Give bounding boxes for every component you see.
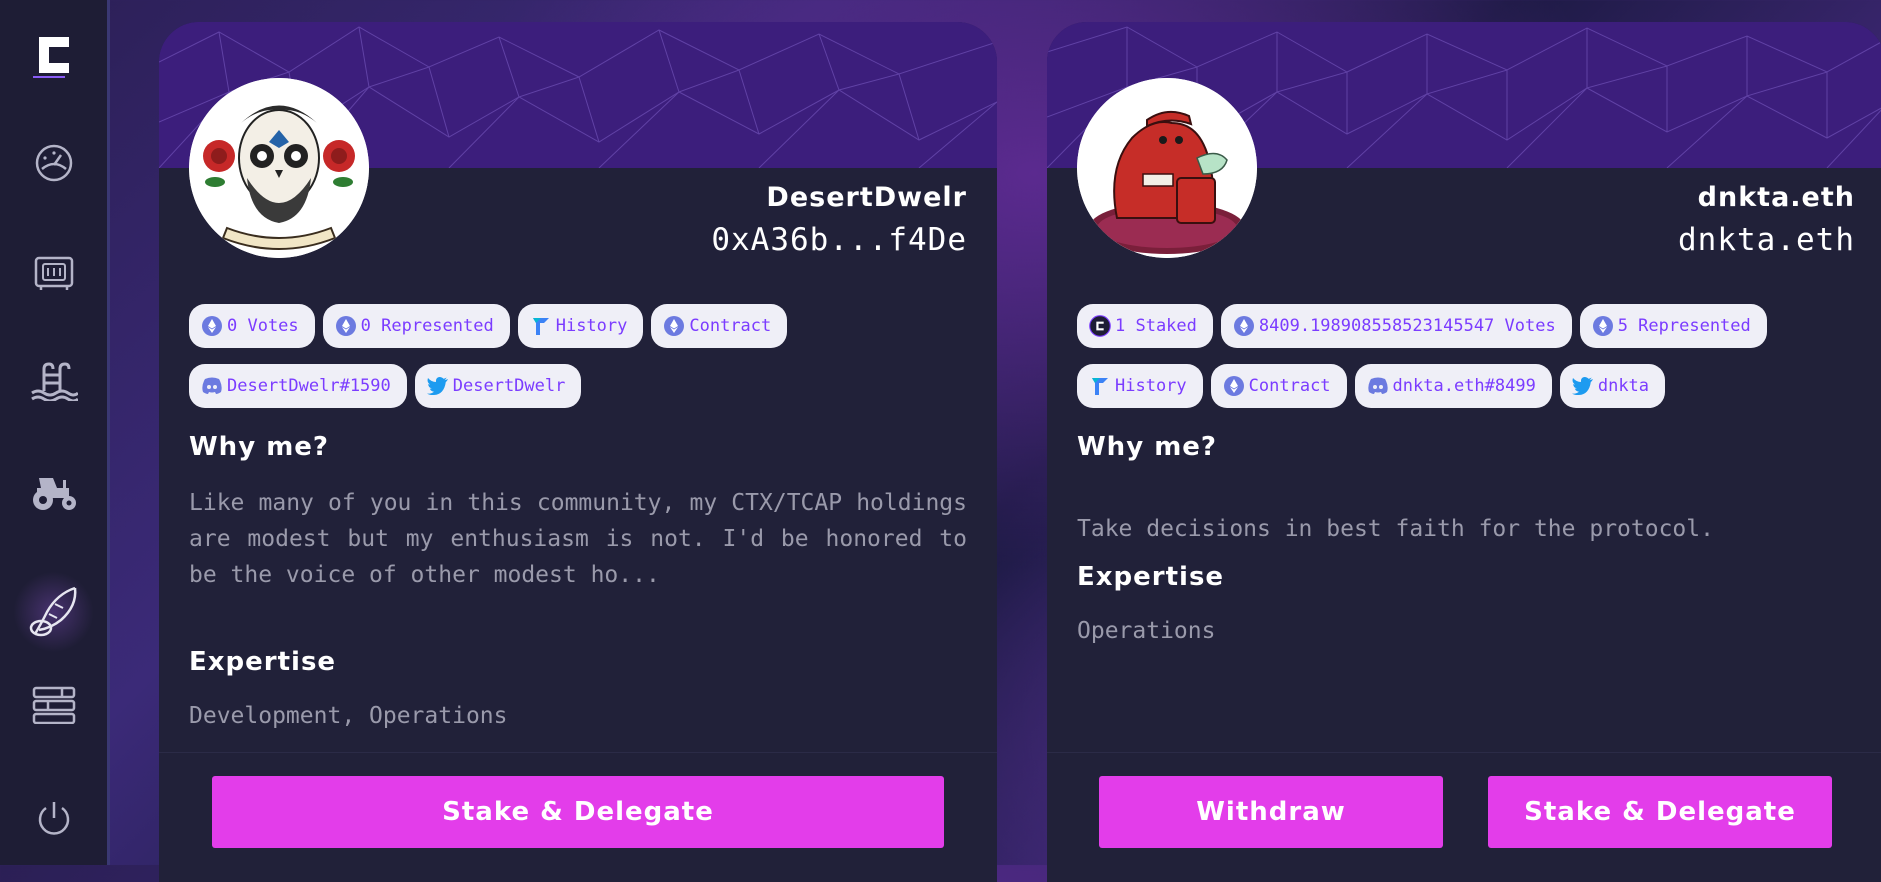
- social-chips: DesertDwelr#1590 DesertDwelr: [189, 364, 977, 408]
- represented-label: 0 Represented: [360, 316, 494, 336]
- history-label: History: [1115, 376, 1187, 396]
- stake-delegate-button[interactable]: Stake & Delegate: [1488, 776, 1832, 848]
- discord-link[interactable]: DesertDwelr#1590: [189, 364, 407, 408]
- cryptex-logo-icon: [38, 37, 69, 73]
- represented-label: 5 Represented: [1617, 316, 1751, 336]
- expertise-text: Operations: [1077, 618, 1216, 644]
- logo-underline: [33, 76, 65, 78]
- twitter-label: DesertDwelr: [452, 376, 566, 396]
- sushi-layers-icon: [32, 686, 75, 724]
- tractor-farm-icon: [32, 478, 76, 510]
- why-me-text: Like many of you in this community, my C…: [189, 490, 967, 588]
- app-logo[interactable]: [0, 20, 107, 90]
- sugar-skull-avatar-icon: [189, 78, 369, 258]
- staked-chip: 1 Staked: [1077, 304, 1213, 348]
- power-icon: [38, 802, 69, 835]
- votes-chip: 8409.198908558523145547 Votes: [1220, 304, 1572, 348]
- delegate-name: dnkta.eth: [1697, 182, 1855, 213]
- pool-icon: [30, 362, 78, 401]
- discord-icon: [201, 375, 223, 397]
- tally-icon: [530, 315, 552, 337]
- eth-icon: [201, 315, 223, 337]
- delegate-name: DesertDwelr: [766, 182, 967, 213]
- represented-chip: 0 Represented: [322, 304, 510, 348]
- history-link[interactable]: History: [1077, 364, 1203, 408]
- delegate-address[interactable]: dnkta.eth: [1678, 222, 1855, 258]
- eth-icon: [663, 315, 685, 337]
- stats-chips: 1 Staked 8409.198908558523145547 Votes 5…: [1077, 304, 1865, 348]
- contract-link[interactable]: Contract: [1210, 364, 1347, 408]
- eth-icon: [1223, 375, 1245, 397]
- sidebar-item-governance[interactable]: [0, 572, 107, 652]
- twitter-icon: [1571, 375, 1594, 397]
- twitter-link[interactable]: dnkta: [1559, 364, 1666, 408]
- withdraw-button[interactable]: Withdraw: [1099, 776, 1443, 848]
- twitter-link[interactable]: DesertDwelr: [414, 364, 582, 408]
- avatar: [1077, 78, 1257, 258]
- expertise-text: Development, Operations: [189, 703, 508, 729]
- vault-icon: [34, 256, 73, 290]
- discord-label: DesertDwelr#1590: [227, 376, 391, 396]
- why-me-text: Take decisions in best faith for the pro…: [1077, 516, 1714, 542]
- delegate-card-dnkta: dnkta.eth dnkta.eth 1 Staked 8409.198908…: [1047, 22, 1881, 882]
- stats-chips: 0 Votes 0 Represented History Contract: [189, 304, 977, 348]
- tally-icon: [1089, 375, 1111, 397]
- represented-chip: 5 Represented: [1579, 304, 1767, 348]
- votes-label: 0 Votes: [227, 316, 299, 336]
- expertise-heading: Expertise: [1077, 562, 1225, 592]
- why-me-heading: Why me?: [189, 432, 329, 462]
- history-label: History: [555, 316, 628, 336]
- eth-icon: [335, 315, 357, 337]
- governance-feather-icon: [29, 586, 76, 637]
- sidebar-item-pools[interactable]: [0, 346, 107, 416]
- sidebar-item-sushi[interactable]: [0, 670, 107, 740]
- delegate-card-desertdwelr: DesertDwelr 0xA36b...f4De 0 Votes 0 Repr…: [159, 22, 997, 882]
- stake-delegate-button[interactable]: Stake & Delegate: [212, 776, 944, 848]
- votes-label: 8409.198908558523145547 Votes: [1258, 316, 1556, 336]
- delegate-address[interactable]: 0xA36b...f4De: [711, 222, 967, 258]
- eth-icon: [1592, 315, 1614, 337]
- staked-label: 1 Staked: [1115, 316, 1197, 336]
- sidebar-item-dashboard[interactable]: [0, 128, 107, 198]
- sidebar-item-farm[interactable]: [0, 456, 107, 526]
- power-button[interactable]: [0, 784, 107, 854]
- contract-label: Contract: [1248, 376, 1331, 396]
- eth-icon: [1233, 315, 1255, 337]
- discord-link[interactable]: dnkta.eth#8499: [1354, 364, 1552, 408]
- dashboard-gauge-icon: [35, 144, 72, 182]
- red-chair-avatar-icon: [1077, 78, 1257, 258]
- twitter-icon: [426, 375, 449, 397]
- social-chips: History Contract dnkta.eth#8499 dnkta: [1077, 364, 1865, 408]
- discord-label: dnkta.eth#8499: [1392, 376, 1536, 396]
- twitter-label: dnkta: [1597, 376, 1650, 396]
- sidebar: [0, 0, 110, 865]
- avatar: [189, 78, 369, 258]
- contract-link[interactable]: Contract: [651, 304, 788, 348]
- ctx-icon: [1089, 315, 1111, 337]
- contract-label: Contract: [689, 316, 772, 336]
- why-me-heading: Why me?: [1077, 432, 1217, 462]
- expertise-heading: Expertise: [189, 647, 337, 677]
- votes-chip: 0 Votes: [189, 304, 315, 348]
- sidebar-item-vaults[interactable]: [0, 238, 107, 308]
- discord-icon: [1367, 375, 1389, 397]
- history-link[interactable]: History: [517, 304, 644, 348]
